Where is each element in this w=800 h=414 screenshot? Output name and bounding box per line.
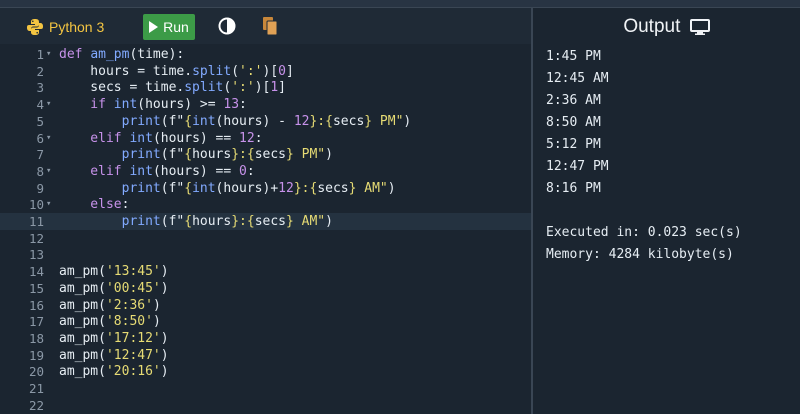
code-line[interactable]: 12 [0, 230, 531, 247]
line-number: 20 [28, 364, 44, 380]
code-line[interactable]: 8 ▾ elif int(hours) == 0: [0, 163, 531, 180]
line-number: 13 [28, 247, 44, 263]
line-number: 17 [28, 314, 44, 330]
line-code: def am_pm(time): [59, 47, 185, 62]
code-line[interactable]: 13 [0, 246, 531, 263]
line-code: am_pm('8:50') [59, 314, 161, 330]
line-number: 21 [28, 381, 44, 396]
line-number: 18 [28, 330, 44, 346]
line-number: 10 [28, 197, 44, 213]
output-text: 1:45 PM 12:45 AM 2:36 AM 8:50 AM 5:12 PM 12:4… [546, 46, 742, 266]
fold-arrow-icon[interactable]: ▾ [46, 163, 56, 180]
line-code: if int(hours) >= 13: [59, 97, 247, 113]
line-number: 9 [36, 180, 44, 196]
contrast-icon[interactable] [218, 17, 236, 35]
fold-arrow-icon[interactable]: ▾ [46, 196, 56, 213]
language-label: Python 3 [49, 19, 105, 35]
output-line: Executed in: 0.023 sec(s) [546, 225, 742, 240]
code-line[interactable]: 15 am_pm('00:45') [0, 280, 531, 297]
code-area[interactable]: 1 ▾ def am_pm(time): 2 hours = time.split('… [0, 46, 531, 414]
code-editor-panel: Python 3 Run 1 ▾ def am_pm(time): 2 hours =… [0, 8, 531, 414]
output-line: 8:16 PM [546, 181, 601, 196]
python-logo-icon [27, 19, 43, 35]
output-line: 1:45 PM [546, 49, 601, 64]
code-line[interactable]: 20 am_pm('20:16') [0, 363, 531, 380]
line-code: print(f"{hours}:{secs} PM") [59, 147, 333, 163]
line-code: am_pm('17:12') [59, 330, 169, 346]
line-number: 22 [28, 397, 44, 413]
line-number: 1 [36, 47, 44, 62]
language-selector[interactable]: Python 3 [26, 16, 104, 38]
line-code: am_pm('12:47') [59, 347, 169, 363]
code-line[interactable]: 17 am_pm('8:50') [0, 313, 531, 330]
line-code: print(f"{hours}:{secs} AM") [59, 214, 333, 229]
line-number: 14 [28, 264, 44, 280]
line-code: elif int(hours) == 0: [59, 163, 255, 179]
monitor-icon [689, 19, 710, 35]
line-number: 3 [36, 80, 44, 96]
line-code: hours = time.split(':')[0] [59, 63, 294, 79]
fold-arrow-icon[interactable]: ▾ [46, 96, 56, 113]
line-code: am_pm('2:36') [59, 297, 161, 313]
line-number: 8 [36, 163, 44, 179]
code-line[interactable]: 14 am_pm('13:45') [0, 263, 531, 280]
top-border [0, 0, 800, 8]
code-line[interactable]: 19 am_pm('12:47') [0, 347, 531, 364]
code-line[interactable]: 7 print(f"{hours}:{secs} PM") [0, 146, 531, 163]
output-line: 2:36 AM [546, 93, 601, 108]
line-code: print(f"{int(hours)+12}:{secs} AM") [59, 180, 396, 196]
code-line[interactable]: 1 ▾ def am_pm(time): [0, 46, 531, 63]
output-line: 12:47 PM [546, 159, 609, 174]
fold-arrow-icon[interactable]: ▾ [46, 46, 56, 63]
line-code: elif int(hours) == 12: [59, 130, 263, 146]
line-code: else: [59, 197, 130, 213]
output-line: 5:12 PM [546, 137, 601, 152]
copy-icon[interactable] [262, 16, 278, 36]
code-line[interactable]: 21 [0, 380, 531, 397]
line-number: 4 [36, 97, 44, 113]
code-line[interactable]: 9 print(f"{int(hours)+12}:{secs} AM") [0, 180, 531, 197]
line-number: 16 [28, 297, 44, 313]
line-number: 12 [28, 230, 44, 246]
output-panel: Output 1:45 PM 12:45 AM 2:36 AM 8:50 AM 5:12… [533, 8, 800, 414]
code-line[interactable]: 2 hours = time.split(':')[0] [0, 63, 531, 80]
line-number: 19 [28, 347, 44, 363]
output-title: Output [533, 16, 800, 40]
line-number: 7 [36, 147, 44, 163]
code-line[interactable]: 6 ▾ elif int(hours) == 12: [0, 130, 531, 147]
editor-toolbar: Python 3 Run [0, 8, 531, 44]
line-code: print(f"{int(hours) - 12}:{secs} PM") [59, 113, 412, 129]
line-number: 5 [36, 113, 44, 129]
line-number: 11 [28, 214, 44, 229]
fold-arrow-icon[interactable]: ▾ [46, 130, 56, 147]
code-line[interactable]: 22 [0, 397, 531, 414]
run-button-label: Run [163, 19, 189, 35]
line-code: am_pm('13:45') [59, 264, 169, 280]
code-line[interactable]: 4 ▾ if int(hours) >= 13: [0, 96, 531, 113]
play-icon [149, 21, 159, 33]
code-line[interactable]: 5 print(f"{int(hours) - 12}:{secs} PM") [0, 113, 531, 130]
line-number: 2 [36, 63, 44, 79]
code-line[interactable]: 16 am_pm('2:36') [0, 297, 531, 314]
line-number: 6 [36, 130, 44, 146]
run-button[interactable]: Run [143, 14, 195, 40]
output-title-label: Output [623, 16, 681, 37]
output-line: 12:45 AM [546, 71, 609, 86]
output-line: 8:50 AM [546, 115, 601, 130]
code-line[interactable]: 18 am_pm('17:12') [0, 330, 531, 347]
code-line[interactable]: 3 secs = time.split(':')[1] [0, 79, 531, 96]
line-code: secs = time.split(':')[1] [59, 80, 286, 96]
line-number: 15 [28, 280, 44, 296]
line-code: am_pm('00:45') [59, 280, 169, 296]
code-line[interactable]: 11 print(f"{hours}:{secs} AM") [0, 213, 531, 230]
code-line[interactable]: 10 ▾ else: [0, 196, 531, 213]
output-line: Memory: 4284 kilobyte(s) [546, 247, 734, 262]
line-code: am_pm('20:16') [59, 364, 169, 380]
